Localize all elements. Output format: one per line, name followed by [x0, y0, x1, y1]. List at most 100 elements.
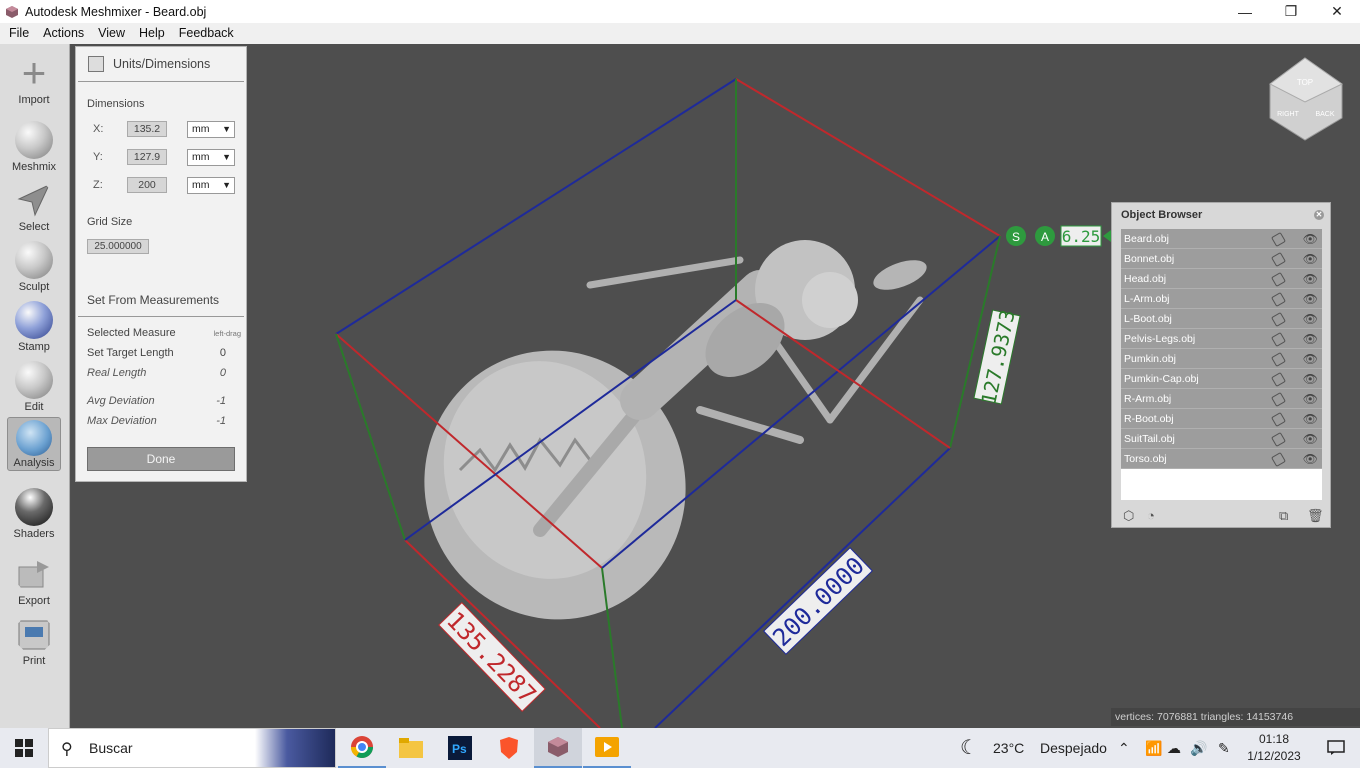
search-icon: ⚲ [61, 741, 73, 758]
eye-icon[interactable]: 👁 [1303, 432, 1318, 446]
cube-icon[interactable]: ⬡ [1123, 507, 1134, 525]
taskbar: ⚲ Buscar Ps ☾ 23°C Despejado ⌃ 📶 ☁ 🔊 ✎ 0… [0, 728, 1360, 768]
edit-object-icon[interactable] [1270, 451, 1287, 468]
tool-label: Sculpt [18, 281, 50, 293]
file-explorer-icon[interactable] [387, 728, 435, 768]
eye-icon[interactable]: 👁 [1303, 252, 1318, 266]
edit-object-icon[interactable] [1270, 431, 1287, 448]
analysis-tool-button[interactable]: Analysis [7, 417, 61, 471]
list-item[interactable]: L-Boot.obj 👁 [1121, 309, 1322, 329]
title-bar: Autodesk Meshmixer - Beard.obj — ❐ ✕ [0, 0, 1360, 23]
dim-label-z: 200.0000 [763, 547, 873, 655]
weather-temp[interactable]: 23°C [993, 728, 1024, 768]
edit-object-icon[interactable] [1270, 411, 1287, 428]
dim-z-unit-select[interactable]: mm ▼ [187, 177, 235, 194]
media-player-icon[interactable] [583, 728, 631, 768]
minimize-button[interactable]: — [1222, 0, 1268, 23]
volume-icon[interactable]: 🔊 [1190, 728, 1207, 768]
eye-icon[interactable]: 👁 [1303, 452, 1318, 466]
edit-object-icon[interactable] [1270, 391, 1287, 408]
edit-object-icon[interactable] [1270, 231, 1287, 248]
sculpt-tool-button[interactable]: Sculpt [4, 237, 64, 295]
dim-z-input[interactable]: 200 [127, 177, 167, 193]
notification-icon[interactable] [1312, 728, 1360, 768]
meshmix-tool-button[interactable]: Meshmix [4, 117, 64, 175]
list-item[interactable]: R-Boot.obj 👁 [1121, 409, 1322, 429]
eye-icon[interactable]: 👁 [1303, 312, 1318, 326]
clock-date: 1/12/2023 [1247, 749, 1301, 763]
bounding-box [335, 78, 1001, 728]
grid-size-input[interactable]: 25.000000 [87, 239, 149, 254]
pie-icon[interactable]: ◔ [1147, 507, 1155, 525]
select-tool-button[interactable]: Select [4, 177, 64, 235]
print-tool-button[interactable]: Print [4, 611, 64, 669]
menu-feedback[interactable]: Feedback [172, 23, 241, 44]
eye-icon[interactable]: 👁 [1303, 232, 1318, 246]
menu-help[interactable]: Help [132, 23, 172, 44]
dim-y-unit-select[interactable]: mm ▼ [187, 149, 235, 166]
list-item[interactable]: Pelvis-Legs.obj 👁 [1121, 329, 1322, 349]
close-icon[interactable]: ✕ [1314, 210, 1324, 220]
list-item[interactable]: SuitTail.obj 👁 [1121, 429, 1322, 449]
edit-object-icon[interactable] [1270, 251, 1287, 268]
edit-object-icon[interactable] [1270, 311, 1287, 328]
brave-icon[interactable] [485, 728, 533, 768]
max-deviation-value: -1 [216, 415, 226, 427]
list-item[interactable]: Beard.obj 👁 [1121, 229, 1322, 249]
list-item[interactable]: L-Arm.obj 👁 [1121, 289, 1322, 309]
dim-x-input[interactable]: 135.2 [127, 121, 167, 137]
panel-title: Units/Dimensions [113, 57, 211, 71]
weather-desc[interactable]: Despejado [1040, 728, 1107, 768]
view-cube[interactable]: TOP RIGHT BACK [1269, 57, 1343, 141]
eye-icon[interactable]: 👁 [1303, 272, 1318, 286]
trash-icon[interactable]: 🗑 [1307, 507, 1324, 525]
dim-x-unit-select[interactable]: mm ▼ [187, 121, 235, 138]
photoshop-icon[interactable]: Ps [436, 728, 484, 768]
taskbar-search[interactable]: ⚲ Buscar [48, 728, 336, 768]
menu-file[interactable]: File [2, 23, 36, 44]
done-button[interactable]: Done [87, 447, 235, 471]
tool-label: Shaders [13, 528, 55, 540]
close-button[interactable]: ✕ [1314, 0, 1360, 23]
windows-start-button[interactable] [0, 728, 48, 768]
edit-object-icon[interactable] [1270, 371, 1287, 388]
mesh-stats: vertices: 7076881 triangles: 14153746 [1111, 708, 1360, 726]
dim-y-input[interactable]: 127.9 [127, 149, 167, 165]
list-item[interactable]: Head.obj 👁 [1121, 269, 1322, 289]
target-length-value[interactable]: 0 [220, 347, 226, 359]
eye-icon[interactable]: 👁 [1303, 352, 1318, 366]
cloud-icon[interactable]: ☁ [1167, 728, 1181, 768]
export-tool-button[interactable]: Export [4, 551, 64, 609]
menu-view[interactable]: View [91, 23, 132, 44]
eye-icon[interactable]: 👁 [1303, 372, 1318, 386]
edit-tool-button[interactable]: Edit [4, 357, 64, 415]
edit-object-icon[interactable] [1270, 291, 1287, 308]
edit-object-icon[interactable] [1270, 331, 1287, 348]
eye-icon[interactable]: 👁 [1303, 292, 1318, 306]
eye-icon[interactable]: 👁 [1303, 412, 1318, 426]
list-item[interactable]: Pumkin.obj 👁 [1121, 349, 1322, 369]
pen-icon[interactable]: ✎ [1218, 728, 1230, 768]
list-item[interactable]: Torso.obj 👁 [1121, 449, 1322, 469]
maximize-button[interactable]: ❐ [1268, 0, 1314, 23]
edit-object-icon[interactable] [1270, 351, 1287, 368]
menu-actions[interactable]: Actions [36, 23, 91, 44]
clock[interactable]: 01:18 1/12/2023 [1236, 731, 1312, 765]
stamp-tool-button[interactable]: Stamp [4, 297, 64, 355]
duplicate-icon[interactable]: ⧉ [1279, 507, 1288, 525]
network-icon[interactable]: 📶 [1145, 728, 1162, 768]
meshmixer-icon[interactable] [534, 728, 582, 768]
moon-weather-icon[interactable]: ☾ [960, 728, 978, 768]
list-item[interactable]: R-Arm.obj 👁 [1121, 389, 1322, 409]
chevron-up-icon[interactable]: ⌃ [1118, 728, 1130, 768]
import-tool-button[interactable]: + Import [4, 50, 64, 108]
list-item[interactable]: Bonnet.obj 👁 [1121, 249, 1322, 269]
eye-icon[interactable]: 👁 [1303, 392, 1318, 406]
chrome-icon[interactable] [338, 728, 386, 768]
scale-badges[interactable]: S A 6.25 [1006, 225, 1111, 247]
edit-object-icon[interactable] [1270, 271, 1287, 288]
target-length-row[interactable]: Set Target Length 0 [87, 347, 237, 361]
eye-icon[interactable]: 👁 [1303, 332, 1318, 346]
shaders-tool-button[interactable]: Shaders [4, 484, 64, 542]
list-item[interactable]: Pumkin-Cap.obj 👁 [1121, 369, 1322, 389]
